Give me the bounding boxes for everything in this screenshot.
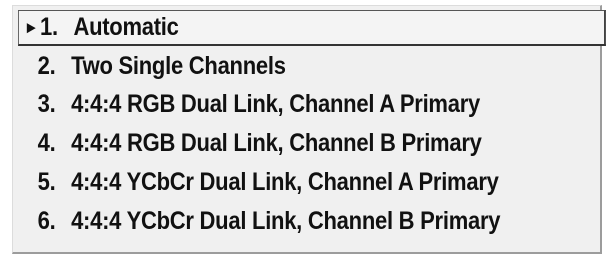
menu-item-label: 4:4:4 YCbCr Dual Link, Channel A Primary <box>71 167 499 196</box>
menu-item-label: Automatic <box>73 13 179 41</box>
menu-item-label: 4:4:4 RGB Dual Link, Channel B Primary <box>71 128 482 157</box>
menu-item-number: 4. <box>37 128 56 157</box>
menu-item-number: 5. <box>37 167 56 196</box>
selected-arrow-icon: ► <box>23 17 39 37</box>
menu-item-rgb-channel-b[interactable]: 4. 4:4:4 RGB Dual Link, Channel B Primar… <box>13 124 482 162</box>
menu-item-number: 6. <box>37 206 56 235</box>
menu-item-number: 1. <box>40 13 58 41</box>
menu-item-label: Two Single Channels <box>71 51 286 80</box>
menu-item-ycbcr-channel-b[interactable]: 6. 4:4:4 YCbCr Dual Link, Channel B Prim… <box>13 202 501 240</box>
menu-item-automatic[interactable]: ► 1. Automatic <box>18 10 606 46</box>
menu-item-ycbcr-channel-a[interactable]: 5. 4:4:4 YCbCr Dual Link, Channel A Prim… <box>13 163 499 201</box>
menu-item-two-single-channels[interactable]: 2. Two Single Channels <box>13 47 286 85</box>
menu-item-label: 4:4:4 YCbCr Dual Link, Channel B Primary <box>71 206 501 235</box>
menu-item-rgb-channel-a[interactable]: 3. 4:4:4 RGB Dual Link, Channel A Primar… <box>13 85 481 123</box>
input-mode-menu: ► 1. Automatic 2. Two Single Channels 3.… <box>12 5 606 254</box>
menu-item-label: 4:4:4 RGB Dual Link, Channel A Primary <box>71 89 480 118</box>
menu-item-number: 3. <box>37 89 56 118</box>
menu-item-number: 2. <box>37 51 56 80</box>
